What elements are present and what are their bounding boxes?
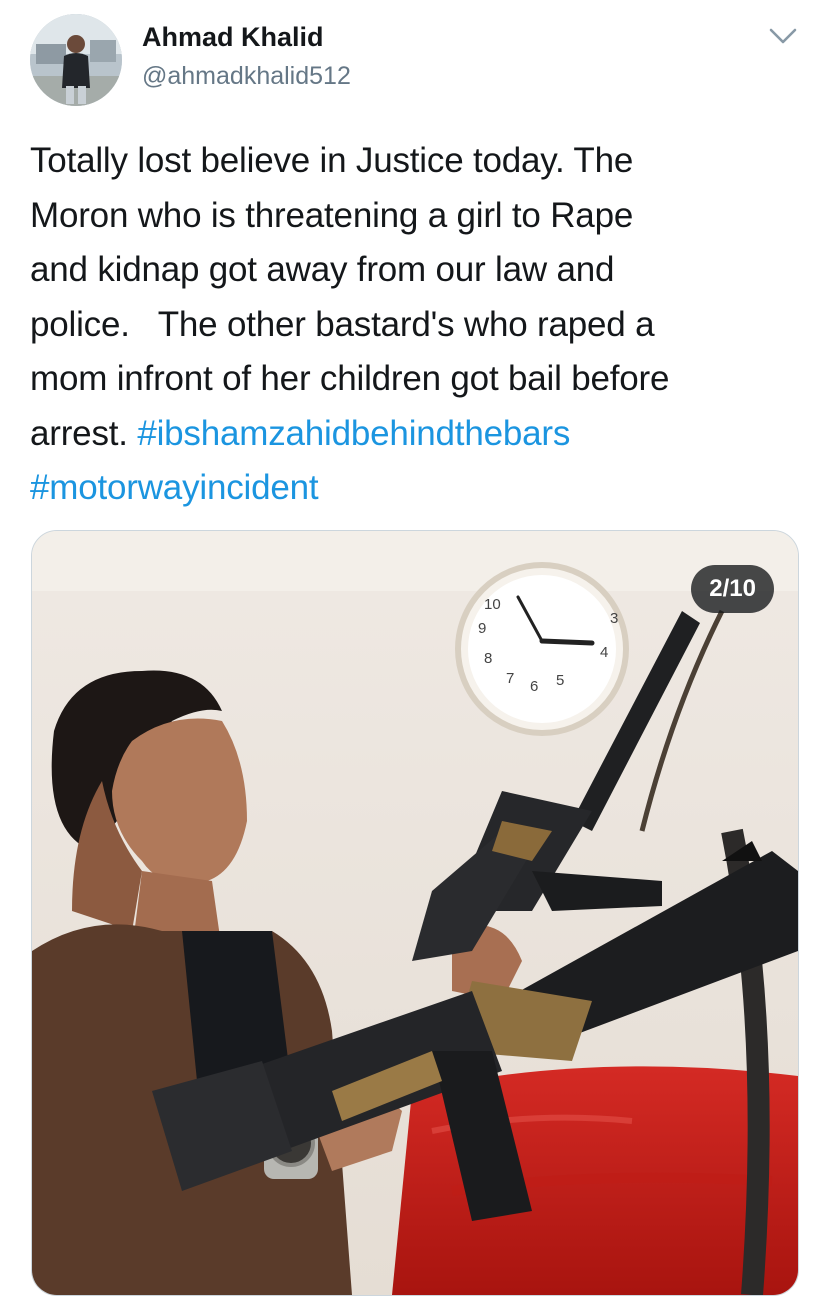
clock-number: 3 <box>610 610 618 627</box>
tweet-line-prefix: arrest. <box>30 413 138 453</box>
clock-number: 8 <box>484 650 492 667</box>
avatar[interactable] <box>30 14 122 106</box>
media-counter-badge: 2/10 <box>691 565 774 613</box>
tweet-text: Totally lost believe in Justice today. T… <box>30 134 800 516</box>
profile-photo <box>30 14 122 106</box>
tweet-media[interactable]: 10 9 8 7 6 5 4 3 2/10 <box>31 530 799 1296</box>
hashtag-link[interactable]: #ibshamzahidbehindthebars <box>137 414 570 453</box>
tweet-photo: 10 9 8 7 6 5 4 3 <box>32 531 798 1295</box>
tweet-line: Moron who is threatening a girl to Rape <box>30 195 634 235</box>
tweet-line: mom infront of her children got bail bef… <box>30 359 670 398</box>
wall-clock: 10 9 8 7 6 5 4 3 <box>455 562 629 736</box>
author-handle[interactable]: @ahmadkhalid512 <box>142 62 351 91</box>
clock-number: 6 <box>530 678 538 695</box>
clock-number: 4 <box>600 644 608 661</box>
tweet-line: and kidnap got away from our law and <box>30 250 615 289</box>
tweet-line: arrest. #ibshamzahidbehindthebars <box>30 407 800 462</box>
chevron-down-icon[interactable] <box>768 24 798 48</box>
tweet-line: #motorwayincident <box>30 461 800 516</box>
clock-number: 9 <box>478 620 486 637</box>
clock-number: 5 <box>556 672 564 689</box>
clock-number: 7 <box>506 670 514 687</box>
tweet-line: Totally lost believe in Justice today. T… <box>30 141 634 180</box>
hashtag-link[interactable]: #motorwayincident <box>30 468 319 507</box>
author-name[interactable]: Ahmad Khalid <box>142 22 324 53</box>
clock-number: 10 <box>484 596 501 613</box>
tweet-line: police. The other bastard's who raped a <box>30 304 655 344</box>
